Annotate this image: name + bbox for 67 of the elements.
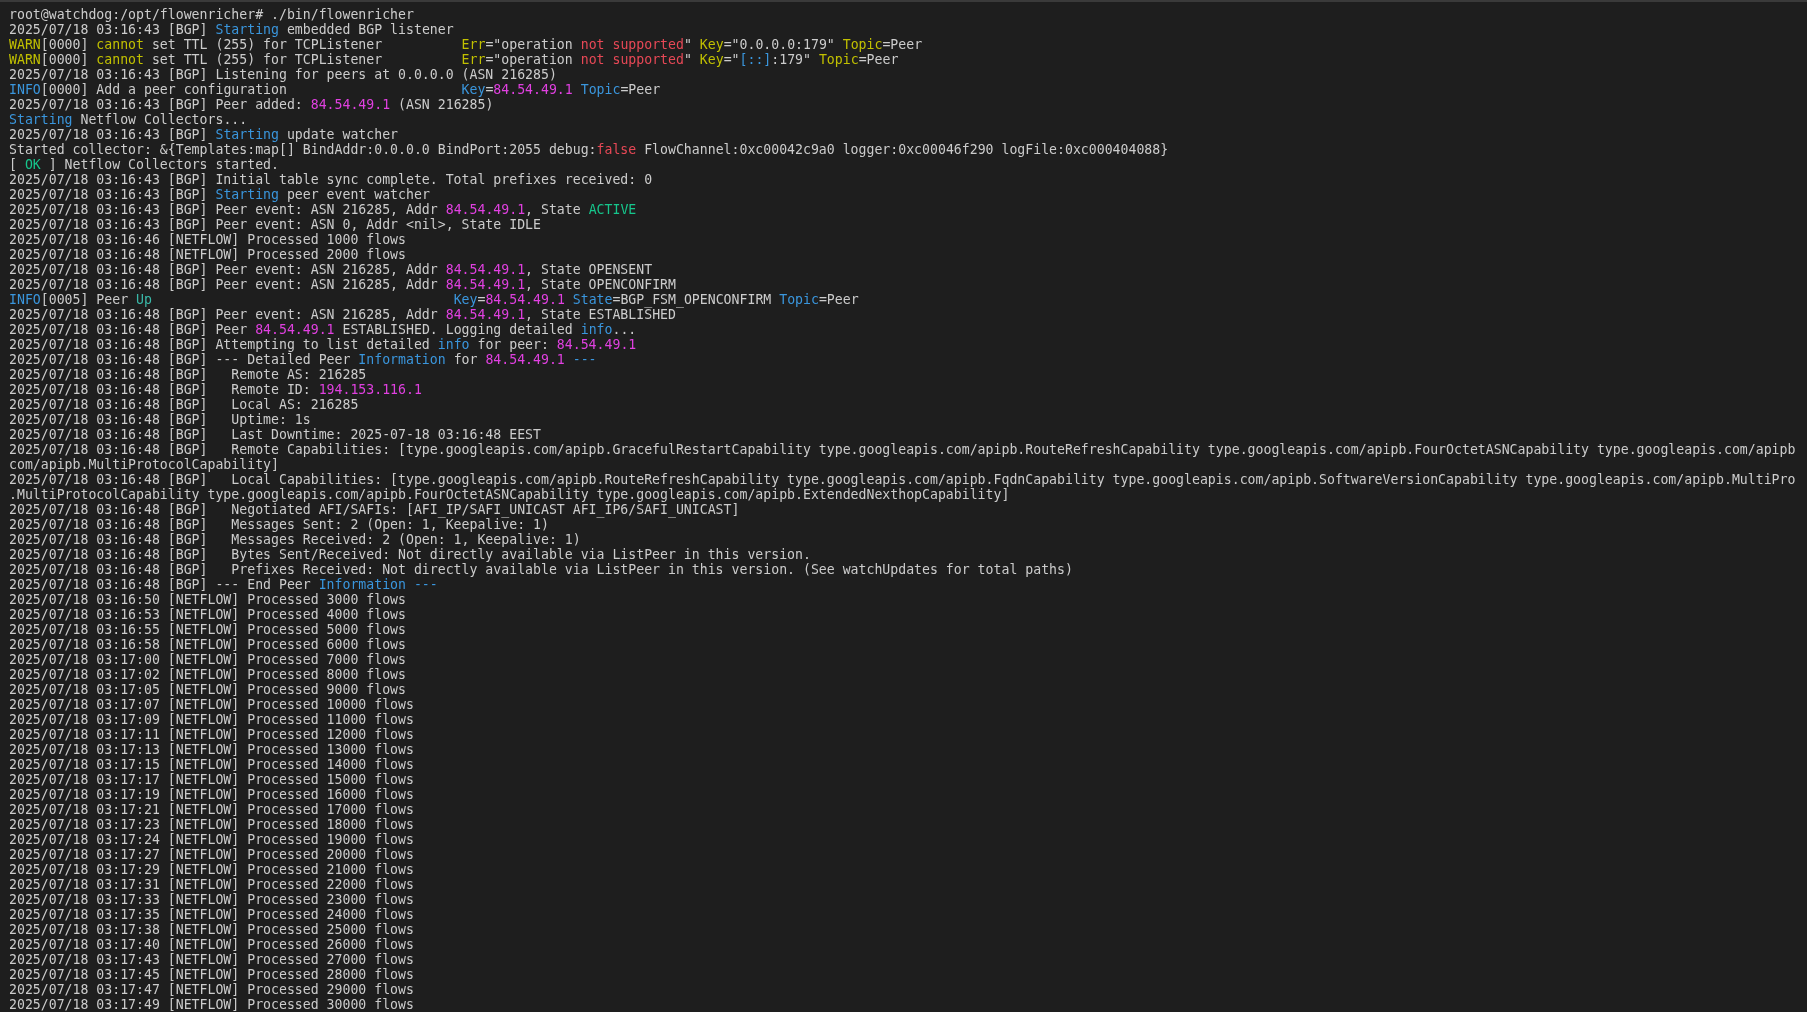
terminal-line: 2025/07/18 03:16:43 [BGP] Starting embedded BGP listener [9, 22, 454, 37]
terminal-line: 2025/07/18 03:16:48 [BGP] --- End Peer Information --- [9, 577, 438, 592]
terminal-line: [ OK ] Netflow Collectors started. [9, 157, 279, 172]
terminal-line: 2025/07/18 03:16:48 [BGP] Attempting to list detailed info for peer: 84.54.49.1 [9, 337, 637, 352]
terminal-line: 2025/07/18 03:16:48 [BGP] Peer event: ASN 216285, Addr 84.54.49.1, State OPENSENT [9, 262, 653, 277]
terminal-line: 2025/07/18 03:16:43 [BGP] Peer event: ASN 0, Addr <nil>, State IDLE [9, 217, 541, 232]
terminal-line: 2025/07/18 03:16:43 [BGP] Initial table sync complete. Total prefixes received: 0 [9, 172, 653, 187]
terminal-line: 2025/07/18 03:16:43 [BGP] Peer event: ASN 216285, Addr 84.54.49.1, State ACTIVE [9, 202, 637, 217]
terminal-line: 2025/07/18 03:17:19 [NETFLOW] Processed 16000 flows [9, 787, 414, 802]
terminal-line: 2025/07/18 03:17:47 [NETFLOW] Processed 29000 flows [9, 982, 414, 997]
terminal-line: 2025/07/18 03:17:24 [NETFLOW] Processed 19000 flows [9, 832, 414, 847]
terminal-line: 2025/07/18 03:17:27 [NETFLOW] Processed 20000 flows [9, 847, 414, 862]
terminal-line: 2025/07/18 03:17:17 [NETFLOW] Processed 15000 flows [9, 772, 414, 787]
terminal-line: root@watchdog:/opt/flowenricher# ./bin/flowenricher [9, 7, 414, 22]
terminal-line: 2025/07/18 03:17:33 [NETFLOW] Processed 23000 flows [9, 892, 414, 907]
terminal-line: 2025/07/18 03:17:09 [NETFLOW] Processed 11000 flows [9, 712, 414, 727]
terminal-line: 2025/07/18 03:16:48 [NETFLOW] Processed 2000 flows [9, 247, 406, 262]
terminal-line: WARN[0000] cannot set TTL (255) for TCPListener Err="operation not supported" Key="[::]:179" Topic=Peer [9, 52, 899, 67]
terminal-line: 2025/07/18 03:16:48 [BGP] Peer 84.54.49.1 ESTABLISHED. Logging detailed info... [9, 322, 637, 337]
terminal-line: 2025/07/18 03:16:48 [BGP] Messages Sent: 2 (Open: 1, Keepalive: 1) [9, 517, 549, 532]
terminal-line: 2025/07/18 03:17:43 [NETFLOW] Processed 27000 flows [9, 952, 414, 967]
terminal-line: 2025/07/18 03:16:48 [BGP] Remote AS: 216285 [9, 367, 367, 382]
terminal-line: 2025/07/18 03:16:53 [NETFLOW] Processed 4000 flows [9, 607, 406, 622]
terminal-line: 2025/07/18 03:16:48 [BGP] Prefixes Received: Not directly available via ListPeer in this version. (See watchUpdates for total paths) [9, 562, 1073, 577]
terminal-line: com/apipb.MultiProtocolCapability] [9, 457, 279, 472]
terminal-line: 2025/07/18 03:16:55 [NETFLOW] Processed 5000 flows [9, 622, 406, 637]
terminal-line: 2025/07/18 03:17:35 [NETFLOW] Processed 24000 flows [9, 907, 414, 922]
terminal-line: 2025/07/18 03:17:45 [NETFLOW] Processed 28000 flows [9, 967, 414, 982]
terminal-line: 2025/07/18 03:16:48 [BGP] Local Capabilities: [type.googleapis.com/apipb.RouteRefreshCapability type.googleapis.com/apipb.FqdnCapability type.googleapis.com/apipb.SoftwareVersionCapability type.googleapis.com/apipb.MultiPro [9, 472, 1796, 487]
terminal-line: 2025/07/18 03:16:58 [NETFLOW] Processed 6000 flows [9, 637, 406, 652]
terminal-line: 2025/07/18 03:16:48 [BGP] Bytes Sent/Received: Not directly available via ListPeer in this version. [9, 547, 811, 562]
terminal-line: 2025/07/18 03:17:05 [NETFLOW] Processed 9000 flows [9, 682, 406, 697]
terminal-line: 2025/07/18 03:17:38 [NETFLOW] Processed 25000 flows [9, 922, 414, 937]
terminal-line: 2025/07/18 03:16:43 [BGP] Starting update watcher [9, 127, 399, 142]
terminal-line: Starting Netflow Collectors... [9, 112, 248, 127]
terminal-line: 2025/07/18 03:16:43 [BGP] Peer added: 84.54.49.1 (ASN 216285) [9, 97, 494, 112]
terminal-line: 2025/07/18 03:17:29 [NETFLOW] Processed 21000 flows [9, 862, 414, 877]
terminal-line: 2025/07/18 03:16:48 [BGP] Peer event: ASN 216285, Addr 84.54.49.1, State ESTABLISHED [9, 307, 676, 322]
terminal-line: 2025/07/18 03:16:48 [BGP] Remote Capabilities: [type.googleapis.com/apipb.GracefulRestartCapability type.googleapis.com/apipb.RouteRefreshCapability type.googleapis.com/apipb.FourOctetASNCapability type.googleapis.com/apipb [9, 442, 1796, 457]
terminal-line: 2025/07/18 03:16:46 [NETFLOW] Processed 1000 flows [9, 232, 406, 247]
terminal-line: 2025/07/18 03:16:43 [BGP] Starting peer event watcher [9, 187, 430, 202]
terminal-line: 2025/07/18 03:16:50 [NETFLOW] Processed 3000 flows [9, 592, 406, 607]
terminal-line: 2025/07/18 03:16:48 [BGP] Local AS: 216285 [9, 397, 359, 412]
terminal-line: 2025/07/18 03:17:13 [NETFLOW] Processed 13000 flows [9, 742, 414, 757]
terminal-line: 2025/07/18 03:17:15 [NETFLOW] Processed 14000 flows [9, 757, 414, 772]
terminal-line: 2025/07/18 03:17:21 [NETFLOW] Processed 17000 flows [9, 802, 414, 817]
terminal-line: 2025/07/18 03:16:48 [BGP] Messages Received: 2 (Open: 1, Keepalive: 1) [9, 532, 581, 547]
terminal-line: 2025/07/18 03:17:00 [NETFLOW] Processed 7000 flows [9, 652, 406, 667]
terminal-line: 2025/07/18 03:16:43 [BGP] Listening for peers at 0.0.0.0 (ASN 216285) [9, 67, 557, 82]
terminal-line: 2025/07/18 03:16:48 [BGP] --- Detailed Peer Information for 84.54.49.1 --- [9, 352, 597, 367]
terminal-line: 2025/07/18 03:17:40 [NETFLOW] Processed 26000 flows [9, 937, 414, 952]
terminal-line: .MultiProtocolCapability type.googleapis.com/apipb.FourOctetASNCapability type.googleapis.com/apipb.ExtendedNexthopCapability] [9, 487, 1010, 502]
terminal-line: Started collector: &{Templates:map[] BindAddr:0.0.0.0 BindPort:2055 debug:false FlowChannel:0xc00042c9a0 logger:0xc00046f290 logFile:0xc000404088} [9, 142, 1169, 157]
terminal-line: 2025/07/18 03:17:07 [NETFLOW] Processed 10000 flows [9, 697, 414, 712]
terminal-line: 2025/07/18 03:17:02 [NETFLOW] Processed 8000 flows [9, 667, 406, 682]
terminal-line: 2025/07/18 03:16:48 [BGP] Last Downtime: 2025-07-18 03:16:48 EEST [9, 427, 541, 442]
terminal-line: 2025/07/18 03:17:31 [NETFLOW] Processed 22000 flows [9, 877, 414, 892]
terminal-line: 2025/07/18 03:16:48 [BGP] Peer event: ASN 216285, Addr 84.54.49.1, State OPENCONFIRM [9, 277, 676, 292]
terminal-line: WARN[0000] cannot set TTL (255) for TCPListener Err="operation not supported" Key="0.0.0.0:179" Topic=Peer [9, 37, 923, 52]
terminal-line: 2025/07/18 03:17:49 [NETFLOW] Processed 30000 flows [9, 997, 414, 1012]
terminal-line: 2025/07/18 03:17:11 [NETFLOW] Processed 12000 flows [9, 727, 414, 742]
terminal-line: 2025/07/18 03:16:48 [BGP] Uptime: 1s [9, 412, 311, 427]
terminal-line: 2025/07/18 03:16:48 [BGP] Remote ID: 194.153.116.1 [9, 382, 422, 397]
terminal-line: INFO[0005] Peer Up Key=84.54.49.1 State=BGP_FSM_OPENCONFIRM Topic=Peer [9, 292, 859, 307]
terminal-line: 2025/07/18 03:16:48 [BGP] Negotiated AFI/SAFIs: [AFI_IP/SAFI_UNICAST AFI_IP6/SAFI_UNICAST] [9, 502, 740, 517]
terminal-line: 2025/07/18 03:17:23 [NETFLOW] Processed 18000 flows [9, 817, 414, 832]
terminal-line: INFO[0000] Add a peer configuration Key=84.54.49.1 Topic=Peer [9, 82, 661, 97]
